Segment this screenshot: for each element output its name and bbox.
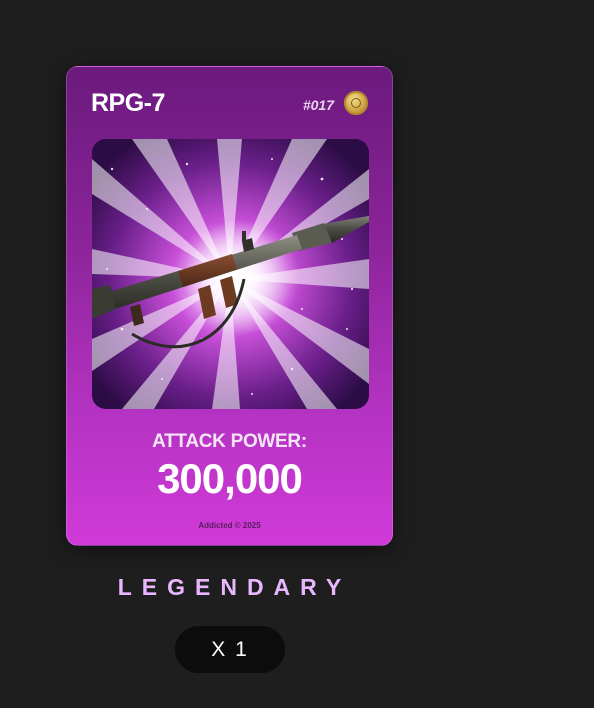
card-serial-number: #017 [302, 97, 334, 113]
weapon-artwork [92, 139, 369, 409]
rarity-label: LEGENDARY [117, 574, 352, 600]
quantity-badge: X 1 [175, 626, 285, 673]
weapon-card[interactable]: RPG-7 #017 ATTACK POWER: 300,000 Addicte… [66, 66, 393, 546]
gold-coin-icon [344, 91, 368, 115]
quantity-label: X 1 [211, 637, 249, 661]
card-title: RPG-7 [91, 89, 165, 117]
card-copyright: Addicted © 2025 [198, 521, 261, 530]
attack-power-value: 300,000 [157, 455, 303, 502]
rpg-artwork-icon [92, 139, 369, 409]
attack-power-label: ATTACK POWER: [152, 431, 307, 452]
collection-stage: RPG-7 #017 ATTACK POWER: 300,000 Addicte… [0, 0, 594, 708]
